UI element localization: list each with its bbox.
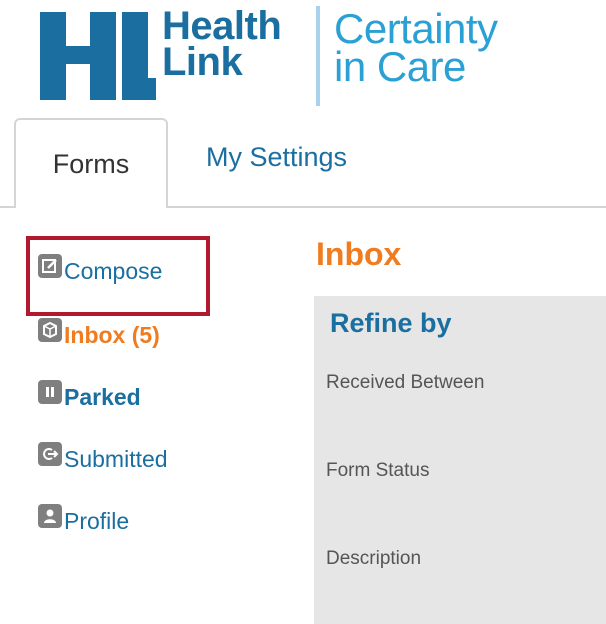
sidebar-item-profile[interactable]: Profile: [38, 503, 130, 535]
edit-icon: [38, 253, 62, 278]
tagline: Certainty in Care: [334, 8, 498, 90]
refine-heading: Refine by: [330, 308, 452, 338]
sidebar-item-label: Compose: [64, 258, 163, 284]
brand-name: Health Link: [162, 4, 282, 84]
tab-forms[interactable]: Forms: [14, 118, 168, 208]
sidebar-item-label: Submitted: [64, 446, 168, 472]
sidebar-item-compose[interactable]: Compose: [38, 253, 163, 285]
sidebar-item-label: Inbox (5): [64, 322, 160, 348]
hl-logo-icon: [40, 12, 156, 100]
healthlink-logo: Health Link Certainty in Care: [40, 4, 540, 108]
brand-line-2: Link: [162, 40, 243, 84]
refine-panel: Refine by Received Between Form Status D…: [314, 296, 606, 624]
sidebar-item-submitted[interactable]: Submitted: [38, 441, 168, 473]
page-title: Inbox: [316, 236, 402, 272]
sidebar-item-label: Profile: [64, 508, 130, 534]
filter-received-between-label: Received Between: [326, 372, 485, 393]
pause-icon: [38, 379, 62, 404]
tab-bar: Forms My Settings: [0, 118, 606, 208]
brand-line-1: Health: [162, 4, 282, 48]
filter-form-status-label: Form Status: [326, 460, 430, 481]
tab-my-settings-label: My Settings: [206, 142, 348, 172]
sidebar-item-label: Parked: [64, 384, 141, 410]
logo-divider: [316, 6, 320, 106]
tab-my-settings[interactable]: My Settings: [206, 142, 347, 173]
tagline-line-2: in Care: [334, 43, 466, 90]
submit-icon: [38, 441, 62, 466]
sidebar-item-parked[interactable]: Parked: [38, 379, 141, 411]
user-icon: [38, 503, 62, 528]
tab-forms-label: Forms: [52, 148, 130, 179]
inbox-icon: [38, 317, 62, 342]
sidebar-item-inbox[interactable]: Inbox (5): [38, 317, 160, 349]
filter-description-label: Description: [326, 548, 422, 569]
